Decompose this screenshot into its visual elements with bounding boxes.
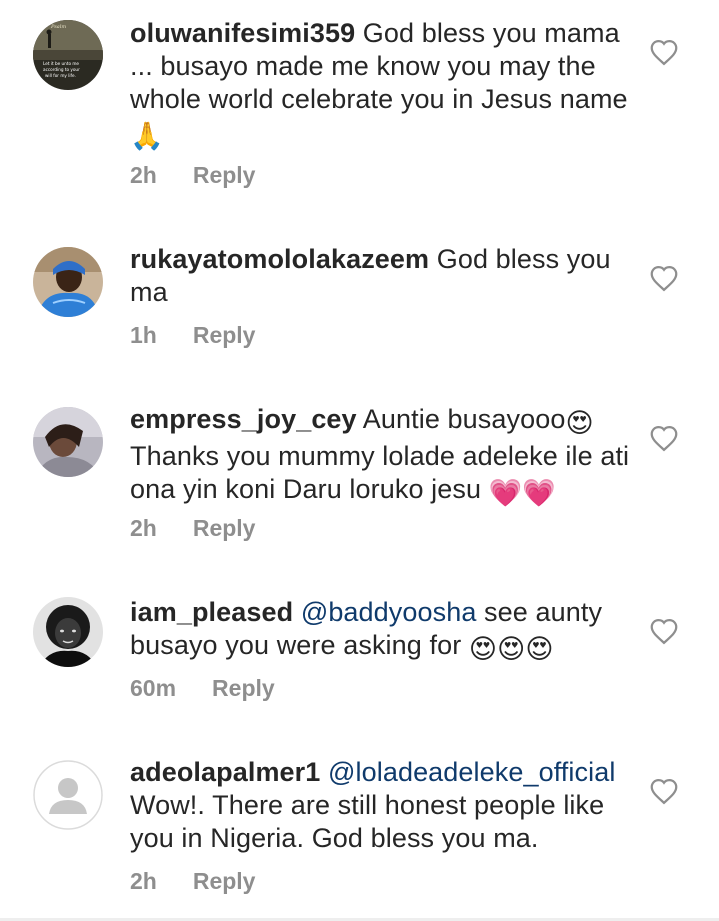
comment-username[interactable]: empress_joy_cey — [130, 404, 357, 434]
heart-icon[interactable] — [649, 38, 679, 66]
heart-icon[interactable] — [649, 777, 679, 805]
comment-username[interactable]: oluwanifesimi359 — [130, 18, 355, 48]
svg-text:Let it be unto me: Let it be unto me — [43, 61, 79, 66]
avatar[interactable] — [33, 760, 103, 830]
comment-time: 2h — [130, 162, 157, 188]
reply-button[interactable]: Reply — [193, 322, 256, 348]
reply-button[interactable]: Reply — [212, 675, 275, 701]
heart-icon[interactable] — [649, 424, 679, 452]
comment-body: rukayatomololakazeem God bless you ma — [130, 243, 630, 309]
heart-icon[interactable] — [649, 264, 679, 292]
avatar[interactable]: Psalm Let it be unto me according to you… — [33, 20, 103, 90]
comment-meta: 2h Reply — [130, 868, 255, 895]
svg-text:according to your: according to your — [43, 67, 80, 72]
comment-username[interactable]: adeolapalmer1 — [130, 757, 320, 787]
comment-meta: 1h Reply — [130, 322, 255, 349]
avatar[interactable] — [33, 407, 103, 477]
comment-username[interactable]: rukayatomololakazeem — [130, 244, 429, 274]
comment-meta: 2h Reply — [130, 515, 255, 542]
comment-username[interactable]: iam_pleased — [130, 597, 293, 627]
comment-body: oluwanifesimi359 God bless you mama ... … — [130, 17, 630, 153]
comment-text: Auntie busayooo — [356, 404, 566, 434]
comment-body: iam_pleased @baddyoosha see aunty busayo… — [130, 596, 630, 666]
heart-eyes-emoji: 😍 — [565, 408, 594, 438]
comment-time: 2h — [130, 515, 157, 541]
avatar[interactable] — [33, 247, 103, 317]
folded-hands-emoji: 🙏 — [130, 121, 164, 151]
comment-text: Wow!. There are still honest people like… — [130, 790, 605, 853]
heart-eyes-emoji: 😍😍😍 — [468, 634, 554, 664]
mention-link[interactable]: @loladeadeleke_official — [328, 757, 615, 787]
comment-meta: 2h Reply — [130, 162, 255, 189]
comment-meta: 60m Reply — [130, 675, 275, 702]
comment-body: adeolapalmer1 @loladeadeleke_official Wow… — [130, 756, 630, 855]
comment-body: empress_joy_cey Auntie busayooo😍 Thanks … — [130, 403, 630, 510]
comment-time: 60m — [130, 675, 177, 701]
reply-button[interactable]: Reply — [193, 162, 256, 188]
reply-button[interactable]: Reply — [193, 868, 256, 894]
heart-icon[interactable] — [649, 617, 679, 645]
sparkling-heart-emoji: 💗💗 — [488, 478, 557, 508]
avatar[interactable] — [33, 597, 103, 667]
comment-time: 1h — [130, 322, 157, 348]
mention-link[interactable]: @baddyoosha — [301, 597, 477, 627]
svg-text:will for my life.: will for my life. — [45, 73, 76, 78]
svg-text:Psalm: Psalm — [50, 24, 66, 30]
comment-time: 2h — [130, 868, 157, 894]
reply-button[interactable]: Reply — [193, 515, 256, 541]
